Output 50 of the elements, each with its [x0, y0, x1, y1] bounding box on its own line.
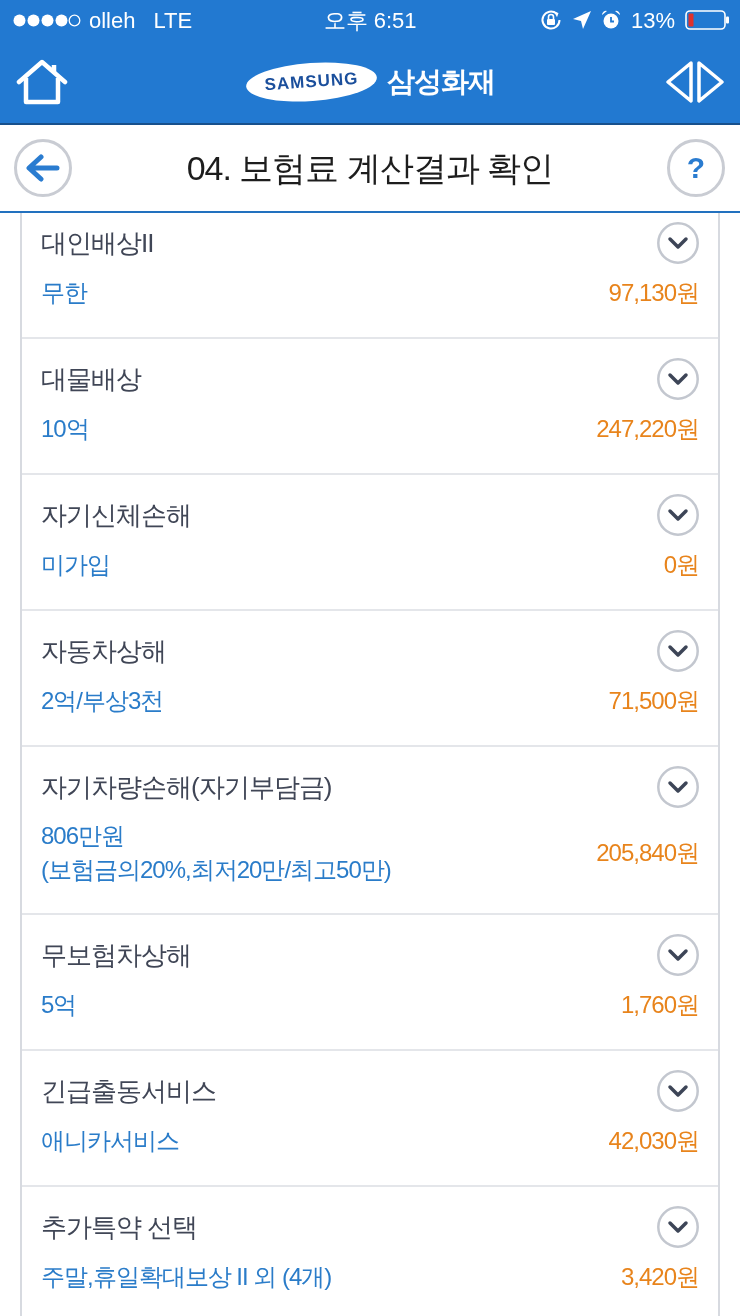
home-icon[interactable]	[16, 58, 68, 105]
rotation-lock-icon	[538, 8, 563, 32]
carrier-name: olleh	[89, 6, 136, 35]
status-time: 오후 6:51	[323, 6, 417, 35]
chevron-down-icon[interactable]	[657, 1070, 699, 1112]
chevron-down-icon[interactable]	[657, 630, 699, 672]
coverage-name: 추가특약 선택	[41, 1211, 198, 1244]
premium-amount: 3,420원	[620, 1262, 699, 1292]
chevron-down-icon[interactable]	[657, 766, 699, 808]
arrow-left-icon	[26, 154, 60, 182]
coverage-detail: 806만원	[41, 821, 126, 851]
alarm-clock-icon	[600, 10, 621, 30]
battery-percent: 13%	[630, 6, 675, 35]
coverage-detail: 10억	[41, 414, 89, 444]
chevron-down-icon[interactable]	[657, 934, 699, 976]
coverage-name: 자기차량손해(자기부담금)	[41, 771, 332, 804]
coverage-name: 무보험차상해	[41, 939, 191, 972]
chevron-down-icon[interactable]	[657, 358, 699, 400]
premium-amount: 205,840원	[596, 838, 699, 868]
premium-amount: 0원	[663, 550, 699, 580]
premium-amount: 247,220원	[596, 414, 699, 444]
coverage-name: 자동차상해	[41, 635, 166, 668]
coverage-detail: (보험금의20%,최저20만/최고50만)	[41, 855, 391, 885]
coverage-detail: 미가입	[41, 550, 110, 580]
network-type: LTE	[153, 6, 193, 35]
chevron-down-icon[interactable]	[657, 1206, 699, 1248]
location-arrow-icon	[572, 11, 591, 29]
coverage-name: 대물배상	[41, 363, 141, 396]
coverage-detail: 5억	[41, 990, 77, 1020]
left-triangle-icon[interactable]	[666, 60, 693, 103]
back-button[interactable]	[14, 139, 72, 197]
premium-amount: 42,030원	[608, 1126, 699, 1156]
coverage-name: 대인배상II	[41, 227, 154, 260]
premium-amount: 1,760원	[620, 990, 699, 1020]
signal-strength-icon	[13, 13, 81, 27]
coverage-name: 긴급출동서비스	[41, 1075, 216, 1108]
page-title: 04. 보험료 계산결과 확인	[186, 147, 554, 189]
coverage-name: 자기신체손해	[41, 499, 191, 532]
app-title: 삼성화재	[386, 64, 495, 99]
chevron-down-icon[interactable]	[657, 222, 699, 264]
premium-amount: 71,500원	[608, 686, 699, 716]
premium-amount: 97,130원	[608, 278, 699, 308]
coverage-detail: 애니카서비스	[41, 1126, 179, 1156]
coverage-detail: 2억/부상3천	[41, 686, 164, 716]
right-triangle-icon[interactable]	[697, 60, 724, 103]
battery-icon	[685, 10, 730, 30]
help-button[interactable]: ?	[667, 139, 725, 197]
coverage-detail: 주말,휴일확대보상 II 외 (4개)	[41, 1262, 332, 1292]
coverage-detail: 무한	[41, 278, 87, 308]
chevron-down-icon[interactable]	[657, 494, 699, 536]
